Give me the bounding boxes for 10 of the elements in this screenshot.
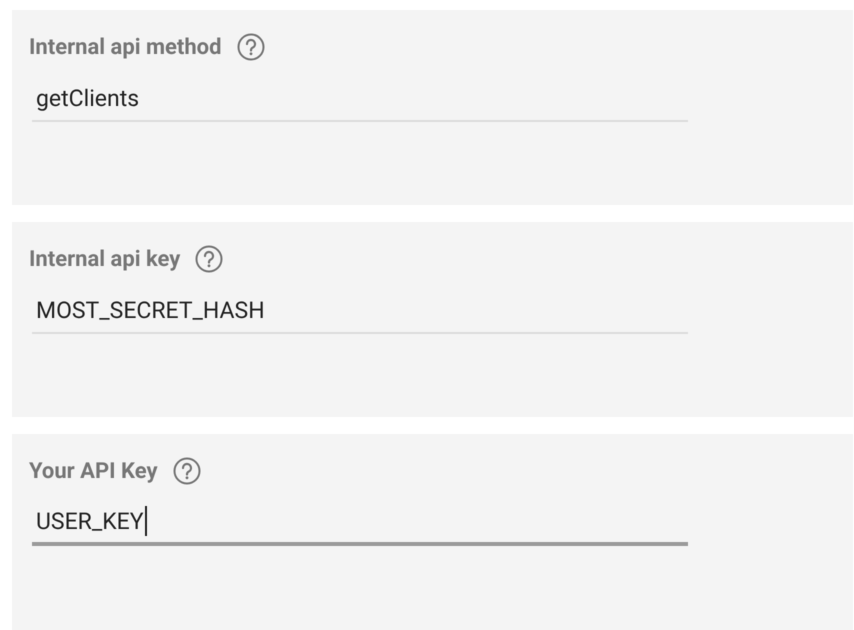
field-label: Internal api key <box>29 246 180 272</box>
text-field[interactable]: MOST_SECRET_HASH <box>32 288 688 334</box>
text-field[interactable]: getClients <box>32 76 688 122</box>
help-icon[interactable] <box>172 456 202 486</box>
field-label: Internal api method <box>29 34 222 60</box>
help-icon[interactable] <box>194 244 224 274</box>
help-icon[interactable] <box>236 32 266 62</box>
text-cursor <box>144 506 147 536</box>
field-label: Your API Key <box>29 458 158 484</box>
text-field[interactable]: USER_KEY <box>32 500 688 546</box>
